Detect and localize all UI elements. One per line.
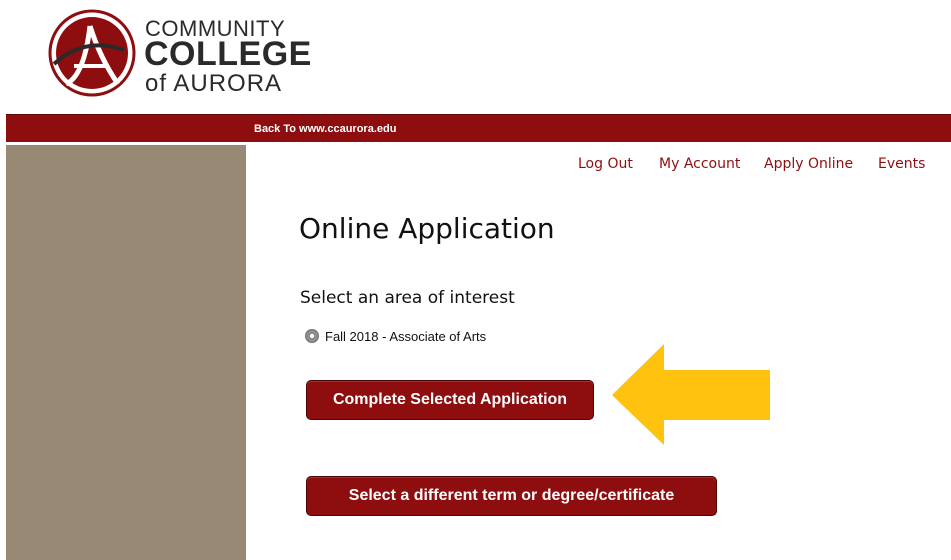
nav-events[interactable]: Events [878, 156, 925, 172]
complete-selected-application-button[interactable]: Complete Selected Application [306, 380, 594, 420]
nav-apply-online[interactable]: Apply Online [764, 156, 853, 172]
top-nav: Log Out My Account Apply Online Events [560, 156, 945, 176]
nav-log-out[interactable]: Log Out [578, 156, 633, 172]
back-to-site-link[interactable]: Back To www.ccaurora.edu [254, 123, 396, 135]
logo-text-college: COLLEGE [144, 35, 312, 73]
radio-button-selected[interactable] [305, 329, 319, 343]
area-option-label: Fall 2018 - Associate of Arts [325, 328, 487, 344]
page-title: Online Application [299, 212, 555, 245]
nav-my-account[interactable]: My Account [659, 156, 740, 172]
college-logo[interactable]: COMMUNITY COLLEGE of AURORA [44, 6, 311, 102]
arrow-left-icon [612, 344, 770, 445]
area-option-fall-2018[interactable]: Fall 2018 - Associate of Arts [305, 327, 486, 345]
top-banner: Back To www.ccaurora.edu [6, 114, 951, 142]
logo-text-of-aurora: of AURORA [145, 70, 283, 97]
college-seal-icon [48, 9, 136, 97]
left-sidebar [6, 145, 246, 560]
area-of-interest-heading: Select an area of interest [300, 288, 515, 308]
select-different-term-button[interactable]: Select a different term or degree/certif… [306, 476, 717, 516]
